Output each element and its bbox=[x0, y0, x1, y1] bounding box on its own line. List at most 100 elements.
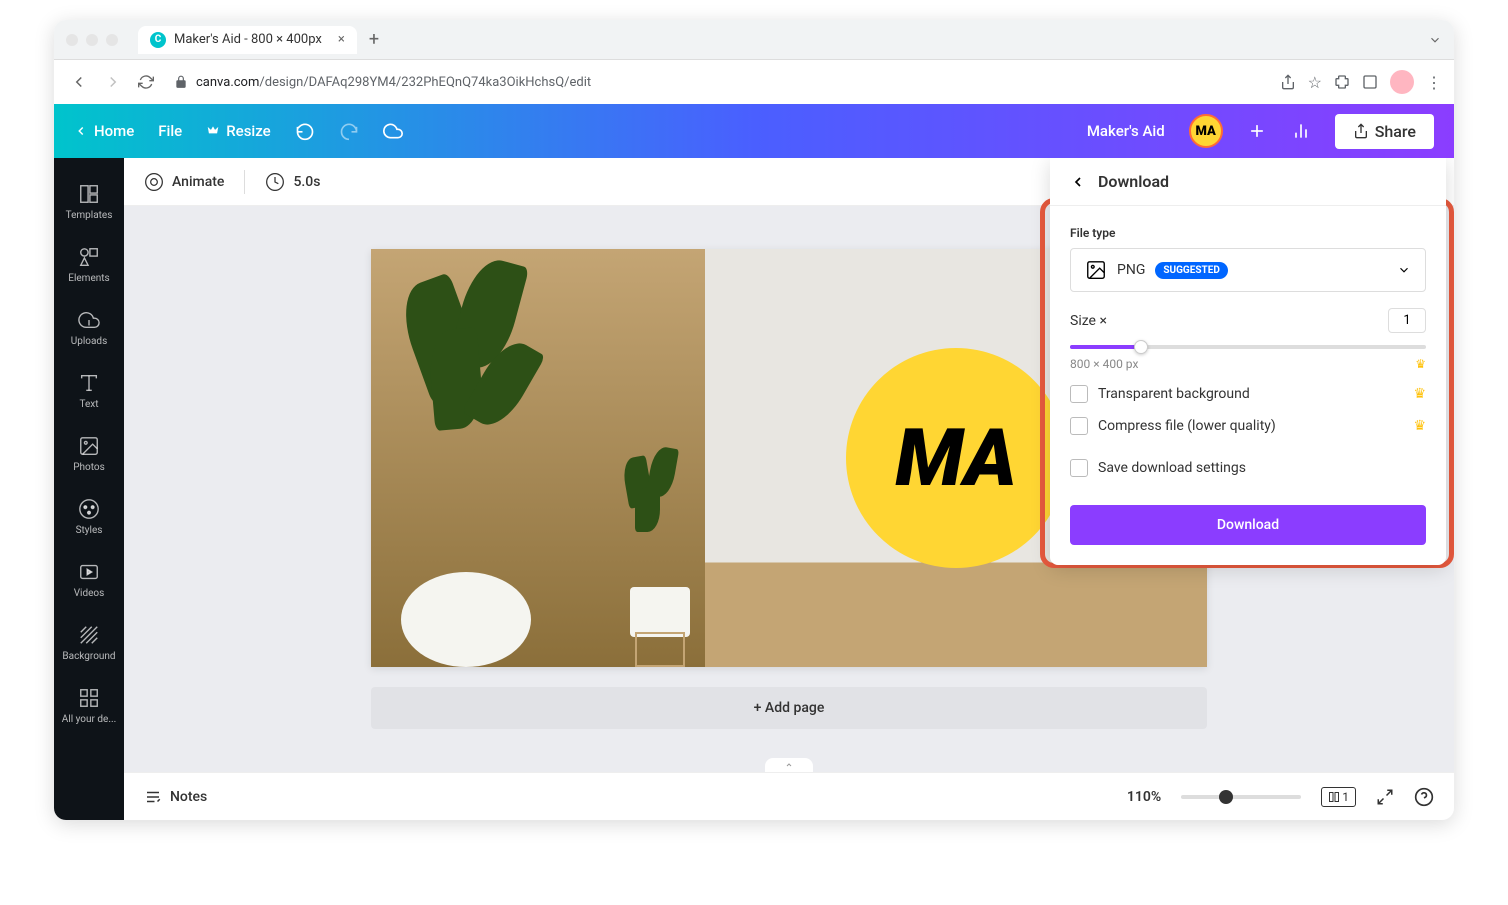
sidebar-item-background[interactable]: Background bbox=[54, 611, 124, 674]
window-controls[interactable] bbox=[66, 34, 118, 46]
share-url-icon[interactable] bbox=[1280, 74, 1296, 90]
sidebar-item-photos[interactable]: Photos bbox=[54, 422, 124, 485]
size-multiplier-input[interactable] bbox=[1388, 308, 1426, 333]
animate-button[interactable]: Animate bbox=[144, 172, 224, 192]
browser-window: C Maker's Aid - 800 × 400px × + canva.co… bbox=[54, 20, 1454, 820]
transparent-bg-checkbox[interactable] bbox=[1070, 385, 1088, 403]
zoom-level[interactable]: 110% bbox=[1127, 789, 1161, 805]
file-menu[interactable]: File bbox=[158, 122, 182, 140]
animate-label: Animate bbox=[172, 174, 224, 190]
download-button[interactable]: Download bbox=[1070, 505, 1426, 545]
output-dimensions: 800 × 400 px bbox=[1070, 357, 1138, 371]
save-settings-checkbox[interactable] bbox=[1070, 459, 1088, 477]
sidebar-item-templates[interactable]: Templates bbox=[54, 170, 124, 233]
help-button[interactable] bbox=[1414, 787, 1434, 807]
canva-favicon: C bbox=[150, 32, 166, 48]
notes-button[interactable]: Notes bbox=[144, 788, 207, 806]
url-host: canva.com bbox=[196, 75, 259, 90]
browser-tab[interactable]: C Maker's Aid - 800 × 400px × bbox=[138, 26, 357, 54]
notes-icon bbox=[144, 788, 162, 806]
chevron-left-icon bbox=[74, 124, 88, 138]
page-count-button[interactable]: 1 bbox=[1321, 787, 1356, 807]
page-count: 1 bbox=[1342, 790, 1349, 804]
compress-label: Compress file (lower quality) bbox=[1098, 418, 1403, 434]
back-button[interactable] bbox=[1070, 174, 1086, 190]
bottom-bar: Notes 110% 1 bbox=[124, 772, 1454, 820]
tabs-dropdown-icon[interactable] bbox=[1428, 33, 1442, 47]
profile-icon[interactable] bbox=[1390, 70, 1414, 94]
sidebar-label: Text bbox=[79, 399, 98, 410]
sidebar-item-all-designs[interactable]: All your de... bbox=[54, 674, 124, 737]
main-area: Animate 5.0s bbox=[124, 158, 1454, 820]
logo-circle[interactable]: MA bbox=[846, 348, 1066, 568]
file-type-select[interactable]: PNG SUGGESTED bbox=[1070, 248, 1426, 292]
sidebar-item-styles[interactable]: Styles bbox=[54, 485, 124, 548]
notes-label: Notes bbox=[170, 789, 207, 805]
undo-button[interactable] bbox=[295, 121, 315, 141]
close-dot[interactable] bbox=[66, 34, 78, 46]
app-header: Home File Resize Maker's Aid MA Share bbox=[54, 104, 1454, 158]
sidebar-label: Templates bbox=[66, 210, 113, 221]
download-panel: Download File type PNG SUGGESTED Size × bbox=[1050, 158, 1446, 565]
forward-button[interactable] bbox=[100, 69, 126, 95]
home-label: Home bbox=[94, 122, 134, 140]
sidebar-item-videos[interactable]: Videos bbox=[54, 548, 124, 611]
new-tab-button[interactable]: + bbox=[369, 29, 379, 50]
share-label: Share bbox=[1375, 122, 1416, 141]
download-panel-header: Download bbox=[1050, 158, 1446, 206]
slider-fill bbox=[1070, 345, 1141, 349]
download-panel-body: File type PNG SUGGESTED Size × bbox=[1050, 206, 1446, 565]
duration-button[interactable]: 5.0s bbox=[265, 172, 320, 192]
redo-button[interactable] bbox=[339, 121, 359, 141]
photos-icon bbox=[77, 434, 101, 458]
grid-icon bbox=[77, 686, 101, 710]
minimize-dot[interactable] bbox=[86, 34, 98, 46]
share-icon bbox=[1353, 123, 1369, 139]
close-tab-icon[interactable]: × bbox=[338, 32, 345, 47]
sidebar-label: All your de... bbox=[62, 714, 116, 725]
share-button[interactable]: Share bbox=[1335, 114, 1434, 149]
page-drawer-handle[interactable] bbox=[765, 758, 813, 772]
url-path: /design/DAFAq298YM4/232PhEQnQ74ka3OikHch… bbox=[259, 75, 591, 90]
bookmark-icon[interactable]: ☆ bbox=[1308, 73, 1322, 92]
chevron-up-icon bbox=[783, 761, 795, 769]
styles-icon bbox=[77, 497, 101, 521]
slider-thumb[interactable] bbox=[1134, 340, 1148, 354]
compress-checkbox[interactable] bbox=[1070, 417, 1088, 435]
resize-label: Resize bbox=[226, 122, 270, 140]
zoom-slider[interactable] bbox=[1181, 795, 1301, 799]
sidebar-item-text[interactable]: Text bbox=[54, 359, 124, 422]
crown-icon: ♛ bbox=[1413, 386, 1426, 402]
resize-button[interactable]: Resize bbox=[206, 122, 270, 140]
sidebar-label: Background bbox=[62, 651, 115, 662]
project-name[interactable]: Maker's Aid bbox=[1087, 122, 1165, 140]
sidebar-label: Photos bbox=[73, 462, 105, 473]
back-button[interactable] bbox=[66, 69, 92, 95]
analytics-button[interactable] bbox=[1291, 121, 1311, 141]
sidebar-item-uploads[interactable]: Uploads bbox=[54, 296, 124, 359]
reading-list-icon[interactable] bbox=[1362, 74, 1378, 90]
file-type-value: PNG bbox=[1117, 262, 1145, 278]
reload-button[interactable] bbox=[134, 70, 158, 94]
user-avatar[interactable]: MA bbox=[1189, 114, 1223, 148]
canvas-image-area bbox=[371, 249, 705, 667]
uploads-icon bbox=[77, 308, 101, 332]
more-icon[interactable]: ⋮ bbox=[1426, 73, 1442, 92]
cloud-sync-icon[interactable] bbox=[383, 121, 403, 141]
chevron-left-icon bbox=[1070, 174, 1086, 190]
size-slider[interactable] bbox=[1070, 345, 1426, 349]
browser-tab-strip: C Maker's Aid - 800 × 400px × + bbox=[54, 20, 1454, 60]
maximize-dot[interactable] bbox=[106, 34, 118, 46]
file-type-label: File type bbox=[1070, 226, 1426, 240]
url-field[interactable]: canva.com/design/DAFAq298YM4/232PhEQnQ74… bbox=[166, 75, 1272, 90]
sidebar: Templates Elements Uploads Text Photos S… bbox=[54, 158, 124, 820]
home-button[interactable]: Home bbox=[74, 122, 134, 140]
extensions-icon[interactable] bbox=[1334, 74, 1350, 90]
add-page-button[interactable]: + Add page bbox=[371, 687, 1207, 729]
sidebar-item-elements[interactable]: Elements bbox=[54, 233, 124, 296]
background-icon bbox=[77, 623, 101, 647]
sidebar-label: Uploads bbox=[71, 336, 107, 347]
fullscreen-button[interactable] bbox=[1376, 788, 1394, 806]
add-member-button[interactable] bbox=[1247, 121, 1267, 141]
size-label: Size × bbox=[1070, 313, 1107, 329]
